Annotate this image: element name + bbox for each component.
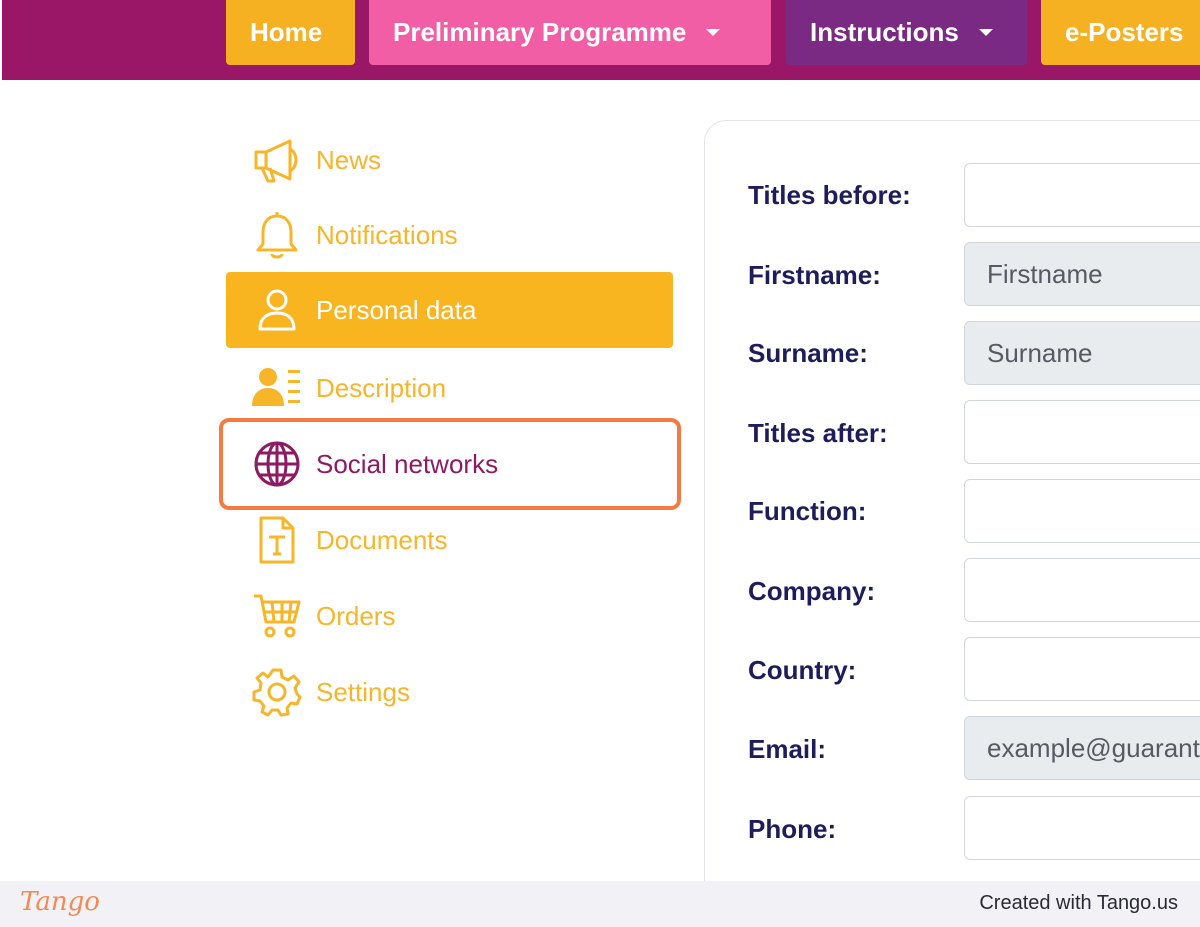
user-list-icon [252, 363, 302, 413]
titles-before-label: Titles before: [748, 180, 911, 210]
function-input[interactable] [964, 479, 1200, 543]
cart-icon [252, 591, 302, 641]
sidebar-item-personal-data[interactable]: Personal data [226, 272, 673, 348]
sidebar-item-label: Settings [316, 676, 410, 707]
titles-before-input[interactable] [964, 163, 1200, 227]
tango-footer: Tango Created with Tango.us [0, 881, 1200, 927]
highlight-box [219, 418, 681, 510]
phone-label: Phone: [748, 814, 837, 844]
tango-logo: Tango [20, 887, 100, 917]
surname-input[interactable]: Surname [964, 321, 1200, 385]
gear-icon [252, 667, 302, 717]
nav-home-label: Home [250, 17, 323, 47]
sidebar-item-news[interactable]: News [226, 122, 673, 198]
nav-eposters-label: e-Posters [1065, 17, 1184, 47]
titles-after-label: Titles after: [748, 418, 888, 448]
country-select[interactable] [964, 637, 1200, 701]
sidebar-item-label: Orders [316, 600, 396, 631]
sidebar-item-label: Personal data [316, 294, 477, 325]
sidebar-item-label: Notifications [316, 219, 458, 250]
nav-home-button[interactable]: Home [226, 0, 355, 65]
titles-after-input[interactable] [964, 400, 1200, 464]
company-input[interactable] [964, 558, 1200, 622]
nav-instructions-dropdown[interactable]: Instructions [786, 0, 1027, 65]
nav-instructions-label: Instructions [810, 17, 959, 47]
firstname-input[interactable]: Firstname [964, 242, 1200, 306]
nav-programme-label: Preliminary Programme [393, 17, 687, 47]
tango-credit: Created with Tango.us [979, 892, 1178, 914]
sidebar-item-notifications[interactable]: Notifications [226, 197, 673, 273]
sidebar-item-settings[interactable]: Settings [226, 654, 673, 730]
surname-label: Surname: [748, 338, 868, 368]
user-icon [252, 285, 302, 335]
nav-eposters-button[interactable]: e-Posters [1041, 0, 1200, 65]
sidebar-item-documents[interactable]: Documents [226, 502, 673, 578]
email-input[interactable]: example@guarantee.com [964, 716, 1200, 780]
megaphone-icon [252, 135, 302, 185]
email-label: Email: [748, 734, 827, 764]
company-label: Company: [748, 576, 876, 606]
caret-down-icon [706, 29, 721, 36]
sidebar-item-label: News [316, 144, 382, 175]
topbar-edge [0, 0, 2, 80]
sidebar-item-label: Documents [316, 524, 448, 555]
top-navigation-bar: Home Preliminary Programme Instructions … [0, 0, 1200, 80]
nav-programme-dropdown[interactable]: Preliminary Programme [369, 0, 771, 65]
function-label: Function: [748, 496, 867, 526]
firstname-label: Firstname: [748, 260, 881, 290]
sidebar-item-orders[interactable]: Orders [226, 578, 673, 654]
document-icon [252, 515, 302, 565]
caret-down-icon [978, 29, 993, 36]
bell-icon [252, 210, 302, 260]
country-label: Country: [748, 655, 857, 685]
sidebar-item-description[interactable]: Description [226, 350, 673, 426]
sidebar-item-label: Description [316, 372, 447, 403]
phone-input[interactable] [964, 796, 1200, 860]
